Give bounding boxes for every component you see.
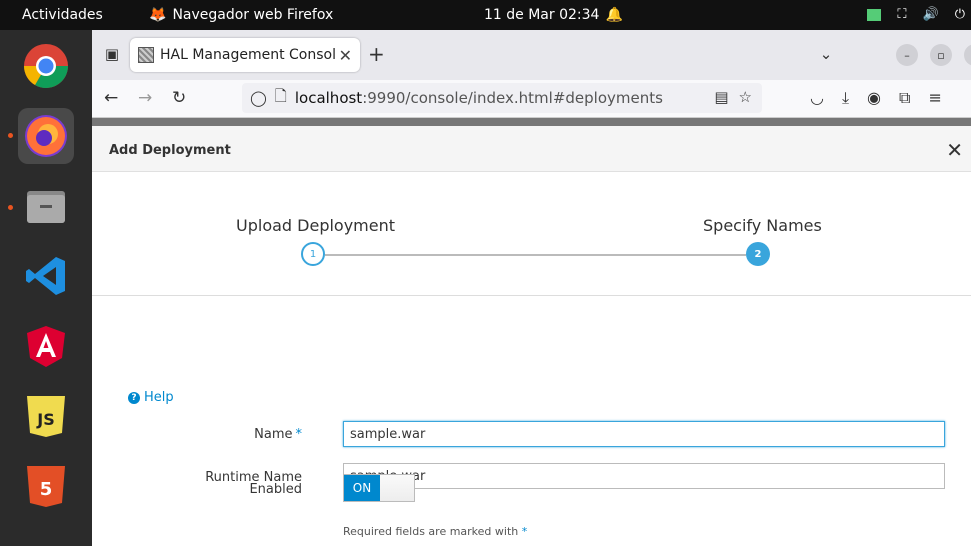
name-label-text: Name — [254, 427, 293, 442]
new-tab-button[interactable]: + — [368, 42, 385, 66]
close-tab-icon[interactable]: ✕ — [339, 46, 352, 65]
pocket-icon[interactable]: ◡ — [810, 88, 824, 108]
wizard-steps: Upload Deployment Specify Names 1 2 — [92, 173, 971, 296]
html5-icon[interactable]: 5 — [18, 458, 74, 514]
vscode-icon[interactable] — [18, 248, 74, 304]
bell-icon: 🔔 — [605, 7, 623, 23]
javascript-icon[interactable]: JS — [18, 388, 74, 444]
firefox-small-icon: 🦊 — [149, 7, 167, 23]
runtime-name-input[interactable] — [343, 463, 945, 489]
dialog-header: Add Deployment ✕ — [92, 126, 971, 172]
firefox-window: ▣ HAL Management Consol ✕ + ⌄ – ▫ ✕ ← → … — [92, 30, 971, 546]
close-window-button[interactable]: ✕ — [964, 44, 971, 66]
dialog-title: Add Deployment — [109, 143, 231, 158]
toggle-off-half — [380, 475, 414, 501]
step-connector — [325, 254, 746, 256]
shield-icon — [867, 8, 882, 21]
network-icon: ⛶ — [897, 7, 907, 22]
svg-text:5: 5 — [40, 479, 53, 500]
files-icon[interactable] — [18, 178, 74, 234]
name-field-label: Name * — [102, 427, 302, 442]
app-name-label: Navegador web Firefox — [172, 7, 334, 23]
required-fields-note: Required fields are marked with * — [343, 525, 527, 538]
clock-label: 11 de Mar 02:34 — [484, 7, 600, 23]
maximize-button[interactable]: ▫ — [930, 44, 952, 66]
name-input[interactable] — [343, 421, 945, 447]
toggle-on-label: ON — [344, 475, 380, 501]
volume-icon: 🔊 — [922, 7, 939, 22]
forward-icon[interactable]: → — [138, 88, 152, 108]
enabled-label: Enabled — [249, 482, 302, 497]
active-tab[interactable]: HAL Management Consol ✕ — [130, 38, 360, 72]
navigation-bar: ← → ↻ ◯ 🗋 localhost :9990/console/index.… — [92, 80, 971, 118]
required-note-text: Required fields are marked with — [343, 525, 519, 538]
url-bar[interactable]: ◯ 🗋 localhost :9990/console/index.html#d… — [242, 83, 762, 113]
clock[interactable]: 11 de Mar 02:34 🔔 — [484, 7, 623, 23]
download-icon[interactable]: ⤓ — [842, 88, 849, 108]
bookmark-star-icon[interactable]: ☆ — [739, 88, 752, 106]
activities-button[interactable]: Actividades — [22, 7, 103, 23]
power-icon: ⏻ — [954, 7, 965, 22]
svg-text:JS: JS — [36, 410, 54, 429]
chevron-down-icon[interactable]: ⌄ — [814, 42, 838, 66]
tab-title: HAL Management Consol — [160, 47, 335, 63]
help-icon: ? — [128, 391, 140, 404]
hal-favicon-icon — [138, 47, 154, 63]
enabled-toggle[interactable]: ON — [343, 474, 415, 502]
required-marker: * — [521, 525, 528, 538]
step-2-indicator[interactable]: 2 — [746, 242, 770, 266]
tracking-shield-icon[interactable]: ◯ — [250, 89, 267, 107]
firefox-icon[interactable] — [18, 108, 74, 164]
app-menu[interactable]: 🦊 Navegador web Firefox — [149, 7, 333, 23]
step-1-label: Upload Deployment — [236, 216, 396, 235]
tab-list-icon[interactable]: ▣ — [100, 42, 124, 66]
reload-icon[interactable]: ↻ — [172, 88, 186, 108]
minimize-button[interactable]: – — [896, 44, 918, 66]
tab-bar: ▣ HAL Management Consol ✕ + ⌄ – ▫ ✕ — [92, 30, 971, 80]
step-2-label: Specify Names — [703, 216, 822, 235]
help-label: Help — [144, 390, 174, 405]
url-path: :9990/console/index.html#deployments — [362, 89, 663, 107]
extensions-icon[interactable]: ⧉ — [899, 88, 910, 108]
back-icon[interactable]: ← — [104, 88, 118, 108]
reader-view-icon[interactable]: ▤ — [714, 88, 728, 106]
system-tray[interactable]: ⛶ 🔊 ⏻ — [867, 7, 965, 22]
page-info-icon[interactable]: 🗋 — [275, 86, 287, 111]
url-host: localhost — [294, 89, 363, 107]
running-indicator — [8, 205, 13, 210]
account-icon[interactable]: ◉ — [867, 88, 881, 108]
help-link[interactable]: ? Help — [128, 390, 174, 405]
dock: JS 5 — [0, 30, 92, 546]
running-indicator — [8, 133, 13, 138]
menu-icon[interactable]: ≡ — [928, 88, 941, 108]
close-icon[interactable]: ✕ — [946, 138, 963, 162]
step-1-indicator[interactable]: 1 — [301, 242, 325, 266]
chrome-icon[interactable] — [18, 38, 74, 94]
system-top-bar: Actividades 🦊 Navegador web Firefox 11 d… — [0, 0, 971, 30]
required-marker: * — [295, 427, 303, 442]
angular-icon[interactable] — [18, 318, 74, 374]
